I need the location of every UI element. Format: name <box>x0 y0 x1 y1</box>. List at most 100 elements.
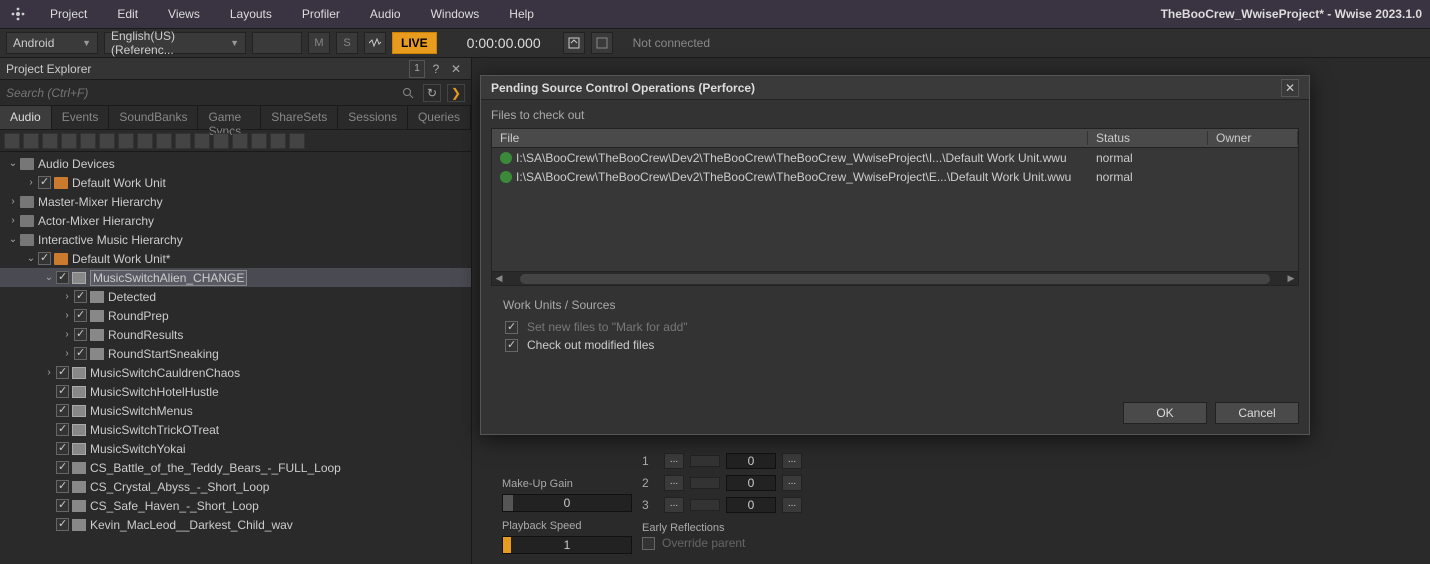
tool-icon-3[interactable] <box>42 133 58 149</box>
tree-node[interactable]: MusicSwitchYokai <box>0 439 471 458</box>
include-checkbox[interactable] <box>74 309 87 322</box>
tree-node[interactable]: ›RoundPrep <box>0 306 471 325</box>
include-checkbox[interactable] <box>56 423 69 436</box>
tab-game-syncs[interactable]: Game Syncs <box>198 106 261 129</box>
tool-icon-10[interactable] <box>175 133 191 149</box>
include-checkbox[interactable] <box>56 499 69 512</box>
makeup-gain-slider[interactable]: 0 <box>502 494 632 512</box>
menu-profiler[interactable]: Profiler <box>296 3 346 25</box>
hierarchy-tree[interactable]: ⌄Audio Devices›Default Work Unit›Master-… <box>0 152 471 564</box>
tool-icon-2[interactable] <box>23 133 39 149</box>
tab-events[interactable]: Events <box>52 106 110 129</box>
tree-node[interactable]: ⌄Default Work Unit* <box>0 249 471 268</box>
tool-icon-7[interactable] <box>118 133 134 149</box>
aux-value[interactable]: 0 <box>726 475 776 491</box>
tree-node[interactable]: ›Master-Mixer Hierarchy <box>0 192 471 211</box>
tree-node[interactable]: MusicSwitchTrickOTreat <box>0 420 471 439</box>
chevron-down-icon[interactable]: ⌄ <box>6 158 20 169</box>
col-owner[interactable]: Owner <box>1208 131 1298 145</box>
tree-node[interactable]: ›RoundResults <box>0 325 471 344</box>
tree-node[interactable]: ⌄Audio Devices <box>0 154 471 173</box>
include-checkbox[interactable] <box>38 252 51 265</box>
aux-browse-button[interactable]: ... <box>664 453 684 469</box>
menu-layouts[interactable]: Layouts <box>224 3 278 25</box>
toolbar-slot[interactable] <box>252 32 302 54</box>
horizontal-scrollbar[interactable]: ◀ ▶ <box>491 272 1299 286</box>
tool-icon-15[interactable] <box>270 133 286 149</box>
tree-node[interactable]: ›Detected <box>0 287 471 306</box>
tree-node[interactable]: CS_Safe_Haven_-_Short_Loop <box>0 496 471 515</box>
waveform-icon[interactable] <box>364 32 386 54</box>
include-checkbox[interactable] <box>56 385 69 398</box>
aux-browse-button[interactable]: ... <box>664 497 684 513</box>
tree-node[interactable]: ⌄Interactive Music Hierarchy <box>0 230 471 249</box>
menu-views[interactable]: Views <box>162 3 206 25</box>
menu-project[interactable]: Project <box>44 3 93 25</box>
menu-edit[interactable]: Edit <box>111 3 144 25</box>
chevron-right-icon[interactable]: › <box>60 329 74 340</box>
cancel-button[interactable]: Cancel <box>1215 402 1299 424</box>
chevron-down-icon[interactable]: ⌄ <box>6 234 20 245</box>
tree-node[interactable]: ›RoundStartSneaking <box>0 344 471 363</box>
chevron-right-icon[interactable]: › <box>60 291 74 302</box>
forward-icon[interactable]: ❯ <box>447 84 465 102</box>
search-input[interactable] <box>6 83 393 103</box>
playback-speed-slider[interactable]: 1 <box>502 536 632 554</box>
tree-node[interactable]: ›Actor-Mixer Hierarchy <box>0 211 471 230</box>
ok-button[interactable]: OK <box>1123 402 1207 424</box>
refresh-icon[interactable]: ↻ <box>423 84 441 102</box>
tree-node[interactable]: ⌄MusicSwitchAlien_CHANGE <box>0 268 471 287</box>
tool-icon-12[interactable] <box>213 133 229 149</box>
tool-icon-13[interactable] <box>232 133 248 149</box>
tool-icon-1[interactable] <box>4 133 20 149</box>
chevron-right-icon[interactable]: › <box>60 310 74 321</box>
tree-node[interactable]: MusicSwitchHotelHustle <box>0 382 471 401</box>
remote-sync-icon[interactable] <box>591 32 613 54</box>
remote-connect-icon[interactable] <box>563 32 585 54</box>
tree-node[interactable]: CS_Battle_of_the_Teddy_Bears_-_FULL_Loop <box>0 458 471 477</box>
tool-icon-8[interactable] <box>137 133 153 149</box>
chevron-down-icon[interactable]: ⌄ <box>24 253 38 264</box>
col-status[interactable]: Status <box>1088 131 1208 145</box>
include-checkbox[interactable] <box>74 347 87 360</box>
chevron-right-icon[interactable]: › <box>24 177 38 188</box>
dialog-close-button[interactable]: ✕ <box>1281 79 1299 97</box>
tool-icon-11[interactable] <box>194 133 210 149</box>
chevron-right-icon[interactable]: › <box>6 196 20 207</box>
tree-node[interactable]: MusicSwitchMenus <box>0 401 471 420</box>
tab-sharesets[interactable]: ShareSets <box>261 106 338 129</box>
scroll-left-icon[interactable]: ◀ <box>492 273 506 284</box>
aux-more-button[interactable]: ... <box>782 497 802 513</box>
scroll-right-icon[interactable]: ▶ <box>1284 273 1298 284</box>
tab-queries[interactable]: Queries <box>408 106 471 129</box>
tool-icon-9[interactable] <box>156 133 172 149</box>
col-file[interactable]: File <box>492 131 1088 145</box>
aux-value[interactable]: 0 <box>726 453 776 469</box>
menu-help[interactable]: Help <box>503 3 540 25</box>
chevron-down-icon[interactable]: ⌄ <box>42 272 56 283</box>
help-icon[interactable]: ? <box>427 60 445 78</box>
include-checkbox[interactable] <box>56 442 69 455</box>
tool-icon-4[interactable] <box>61 133 77 149</box>
aux-value[interactable]: 0 <box>726 497 776 513</box>
recycle-bin-button[interactable]: 1 <box>409 60 425 78</box>
include-checkbox[interactable] <box>56 271 69 284</box>
include-checkbox[interactable] <box>56 480 69 493</box>
tool-icon-5[interactable] <box>80 133 96 149</box>
tab-audio[interactable]: Audio <box>0 106 52 129</box>
file-row[interactable]: I:\SA\BooCrew\TheBooCrew\Dev2\TheBooCrew… <box>492 148 1298 167</box>
platform-dropdown[interactable]: Android▼ <box>6 32 98 54</box>
tool-icon-6[interactable] <box>99 133 115 149</box>
tab-soundbanks[interactable]: SoundBanks <box>109 106 198 129</box>
checkout-modified-checkbox[interactable]: Check out modified files <box>505 338 1299 352</box>
include-checkbox[interactable] <box>38 176 51 189</box>
close-panel-icon[interactable]: ✕ <box>447 60 465 78</box>
tree-node[interactable]: Kevin_MacLeod__Darkest_Child_wav <box>0 515 471 534</box>
file-table-body[interactable]: I:\SA\BooCrew\TheBooCrew\Dev2\TheBooCrew… <box>491 148 1299 272</box>
include-checkbox[interactable] <box>56 366 69 379</box>
tree-node[interactable]: ›Default Work Unit <box>0 173 471 192</box>
include-checkbox[interactable] <box>56 518 69 531</box>
tool-icon-16[interactable] <box>289 133 305 149</box>
tree-node[interactable]: ›MusicSwitchCauldrenChaos <box>0 363 471 382</box>
tool-icon-14[interactable] <box>251 133 267 149</box>
